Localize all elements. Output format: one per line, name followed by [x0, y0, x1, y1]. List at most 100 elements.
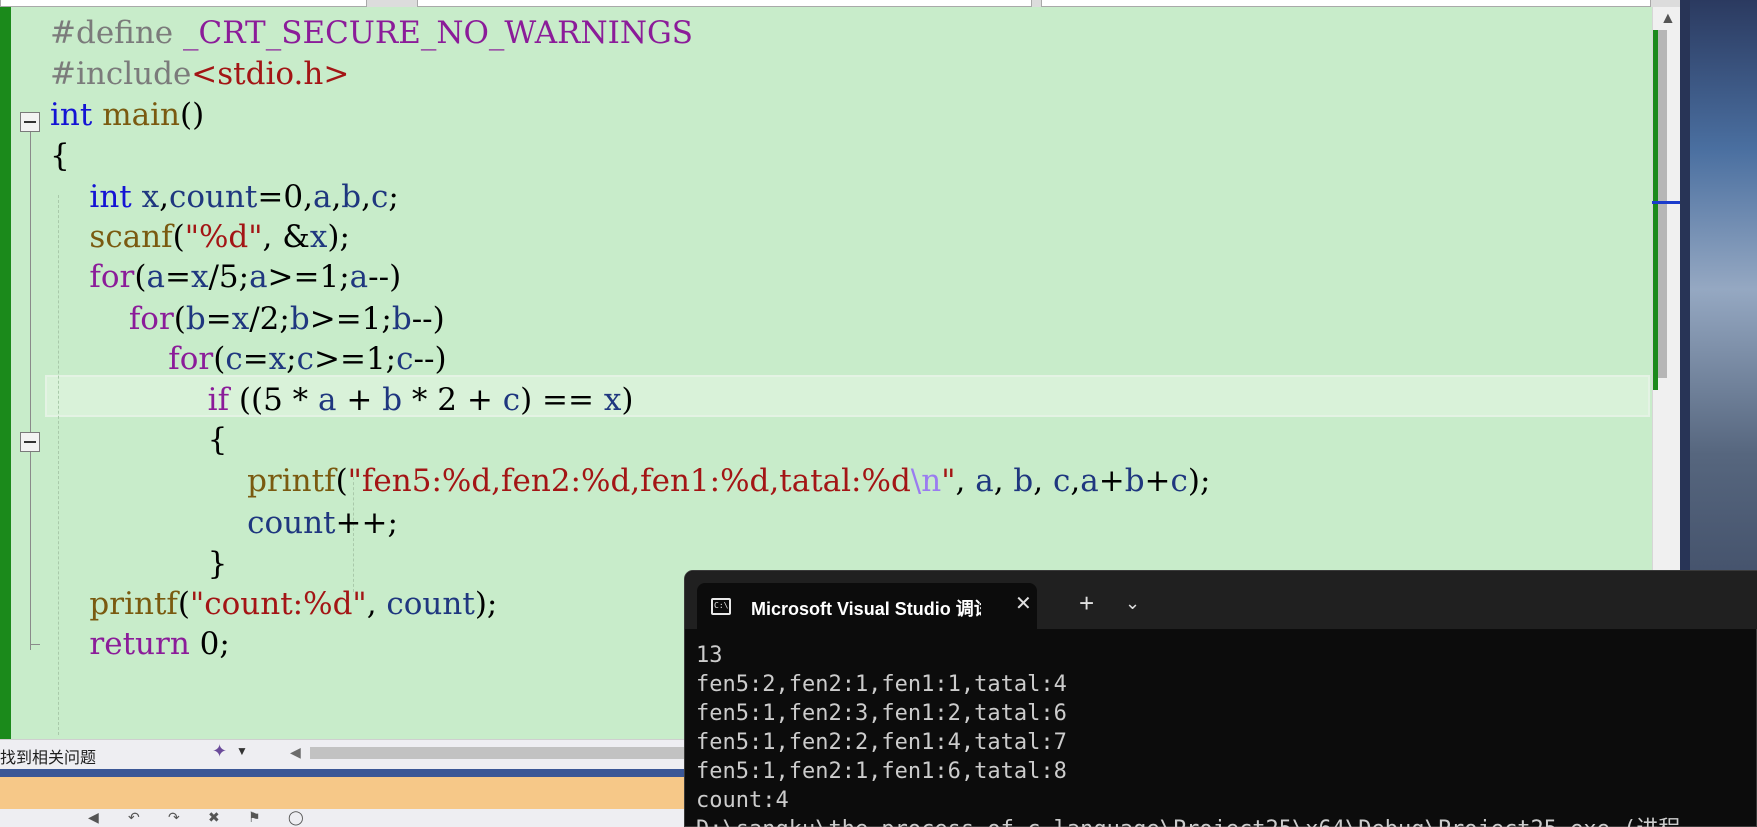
code-line[interactable]: return 0;: [50, 622, 230, 667]
code-token: "fen5:%d,fen2:%d,fen1:%d,tatal:%d: [347, 463, 911, 499]
plus-icon[interactable]: +: [1079, 588, 1094, 619]
toolbar-button-icon[interactable]: ↶: [128, 809, 140, 826]
code-token: ) ==: [520, 382, 604, 418]
collapse-toggle-icon[interactable]: [20, 112, 40, 132]
terminal-icon: C:\: [711, 598, 731, 615]
code-token: _CRT_SECURE_NO_WARNINGS: [183, 15, 693, 51]
scope-dropdown[interactable]: [417, 0, 1032, 7]
code-line[interactable]: for(b=x/2;b>=1;b--): [50, 297, 445, 342]
toolbar-button-icon[interactable]: ✖: [208, 809, 220, 826]
scrollbar-thumb[interactable]: [1658, 30, 1667, 378]
code-token: {: [50, 138, 70, 174]
horizontal-scrollbar-thumb[interactable]: [310, 747, 690, 759]
toolbar-button-icon[interactable]: ↷: [168, 809, 180, 826]
code-line[interactable]: }: [50, 542, 228, 587]
outline-guide-end: [30, 644, 40, 645]
code-token: \n: [910, 463, 942, 499]
code-token: x: [231, 301, 250, 337]
code-token: count: [386, 586, 475, 622]
code-token: b: [185, 301, 206, 337]
code-token: ,: [361, 179, 372, 215]
terminal-tab-title: Microsoft Visual Studio 调试控制台: [751, 599, 981, 617]
code-token: b: [382, 382, 403, 418]
toolbar-button-icon[interactable]: ◯: [288, 809, 304, 826]
code-line[interactable]: {: [50, 418, 228, 463]
chevron-down-icon[interactable]: ⌄: [1125, 593, 1140, 614]
code-token: ,: [1070, 463, 1081, 499]
code-token: );: [474, 586, 498, 622]
scroll-left-arrow-icon[interactable]: ◀: [290, 744, 301, 761]
code-token: (: [134, 259, 147, 295]
code-line[interactable]: printf("fen5:%d,fen2:%d,fen1:%d,tatal:%d…: [50, 459, 1210, 504]
scroll-up-arrow-icon[interactable]: ▲: [1660, 10, 1676, 28]
code-token: >=1;: [314, 341, 397, 377]
code-token: printf: [50, 463, 336, 499]
code-token: +: [1098, 463, 1125, 499]
outline-guide: [30, 132, 31, 650]
code-line[interactable]: int main(): [50, 93, 204, 138]
code-token: ;: [286, 341, 297, 377]
code-token: +: [336, 382, 383, 418]
code-token: a: [975, 463, 994, 499]
terminal-output-line: fen5:1,fen2:3,fen1:2,tatal:6: [696, 701, 1067, 726]
code-line[interactable]: printf("count:%d", count);: [50, 582, 497, 627]
code-token: x: [603, 382, 622, 418]
terminal-output-line: fen5:1,fen2:2,fen1:4,tatal:7: [696, 730, 1067, 755]
terminal-output[interactable]: 13 fen5:2,fen2:1,fen1:1,tatal:4 fen5:1,fen…: [696, 641, 1756, 827]
terminal-output-line: count:4: [696, 788, 789, 813]
code-line[interactable]: for(c=x;c>=1;c--): [50, 337, 446, 382]
code-token: c: [296, 341, 314, 377]
code-token: =: [205, 301, 232, 337]
project-dropdown[interactable]: [0, 0, 367, 7]
code-token: c: [371, 179, 389, 215]
code-token: return: [50, 626, 190, 662]
code-token: scanf: [50, 219, 173, 255]
code-token: int: [50, 179, 132, 215]
chevron-down-icon[interactable]: ▼: [236, 744, 248, 758]
code-token: x: [190, 259, 209, 295]
code-token: =: [242, 341, 269, 377]
code-token: count: [50, 505, 336, 541]
code-token: "count:%d": [190, 586, 367, 622]
code-token: (: [173, 301, 186, 337]
code-token: );: [327, 219, 350, 255]
code-token: =: [164, 259, 191, 295]
code-token: >=1;: [267, 259, 350, 295]
code-token: (: [177, 586, 190, 622]
toolbar-button-icon[interactable]: ⚑: [248, 809, 261, 826]
code-token: x: [268, 341, 287, 377]
code-token: , &: [262, 219, 310, 255]
issues-status-text[interactable]: 找到相关问题: [0, 744, 96, 768]
code-line[interactable]: count++;: [50, 501, 398, 546]
code-token: }: [50, 546, 228, 582]
code-token: (: [172, 219, 185, 255]
code-token: {: [50, 422, 228, 458]
member-dropdown[interactable]: [1041, 0, 1651, 7]
terminal-output-line: D:\sangku\the process of c language\Proj…: [696, 815, 1756, 827]
code-line[interactable]: scanf("%d", &x);: [50, 215, 350, 260]
code-token: c: [1170, 463, 1188, 499]
collapse-toggle-icon[interactable]: [20, 432, 40, 452]
code-line[interactable]: #define _CRT_SECURE_NO_WARNINGS: [50, 11, 693, 56]
code-token: main: [102, 97, 180, 133]
code-line[interactable]: for(a=x/5;a>=1;a--): [50, 255, 401, 300]
toolbar-button-icon[interactable]: ◀: [88, 809, 99, 826]
code-token: b: [341, 179, 362, 215]
code-token: a: [318, 382, 337, 418]
code-token: /2;: [249, 301, 290, 337]
code-token: ,: [159, 179, 169, 215]
code-line[interactable]: int x,count=0,a,b,c;: [50, 175, 398, 220]
debug-console-window[interactable]: C:\ Microsoft Visual Studio 调试控制台 ✕ + ⌄ …: [684, 570, 1757, 827]
close-icon[interactable]: ✕: [1015, 591, 1032, 616]
terminal-output-line: 13: [696, 643, 723, 668]
code-token: 0;: [189, 626, 230, 662]
code-token: /5;: [208, 259, 250, 295]
code-token: ,: [955, 463, 976, 499]
scrollbar-caret-marker: [1652, 201, 1682, 204]
code-line[interactable]: if ((5 * a + b * 2 + c) == x): [50, 378, 634, 423]
code-line[interactable]: #include<stdio.h>: [50, 52, 349, 97]
code-line[interactable]: {: [50, 134, 70, 179]
brush-icon[interactable]: ✦: [212, 741, 227, 762]
code-token: count: [168, 179, 258, 215]
